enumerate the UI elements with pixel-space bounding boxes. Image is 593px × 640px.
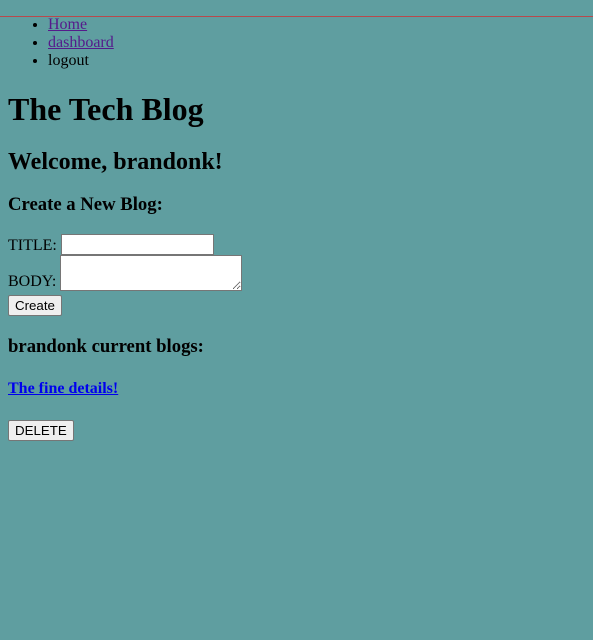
- page: Home dashboard logout The Tech Blog Welc…: [0, 16, 593, 441]
- create-button[interactable]: Create: [8, 295, 62, 316]
- body-row: BODY:: [8, 255, 585, 291]
- blog-list: The fine details! DELETE: [8, 379, 585, 441]
- body-textarea[interactable]: [60, 255, 243, 291]
- nav-item-home: Home: [48, 16, 585, 34]
- welcome-heading: Welcome, brandonk!: [8, 149, 223, 175]
- nav-link-dashboard[interactable]: dashboard: [48, 34, 114, 51]
- title-label: TITLE:: [8, 237, 57, 254]
- delete-button[interactable]: DELETE: [8, 420, 74, 441]
- body-label: BODY:: [8, 273, 57, 290]
- list-item: The fine details! DELETE: [8, 379, 585, 441]
- blog-title-link[interactable]: The fine details!: [8, 380, 118, 397]
- window-top-border: [0, 16, 593, 17]
- new-blog-form: TITLE: BODY: Create: [8, 234, 585, 316]
- nav-item-dashboard: dashboard: [48, 34, 585, 52]
- create-blog-heading: Create a New Blog:: [8, 194, 163, 215]
- title-input[interactable]: [60, 234, 214, 255]
- nav-item-logout[interactable]: logout: [48, 52, 585, 70]
- nav-link-home[interactable]: Home: [48, 16, 87, 33]
- nav-logout-text[interactable]: logout: [48, 52, 89, 69]
- site-title: The Tech Blog: [8, 91, 204, 127]
- title-row: TITLE:: [8, 234, 585, 255]
- current-blogs-heading: brandonk current blogs:: [8, 336, 204, 357]
- nav-menu: Home dashboard logout: [8, 16, 585, 70]
- blog-title-heading: The fine details!: [8, 379, 585, 398]
